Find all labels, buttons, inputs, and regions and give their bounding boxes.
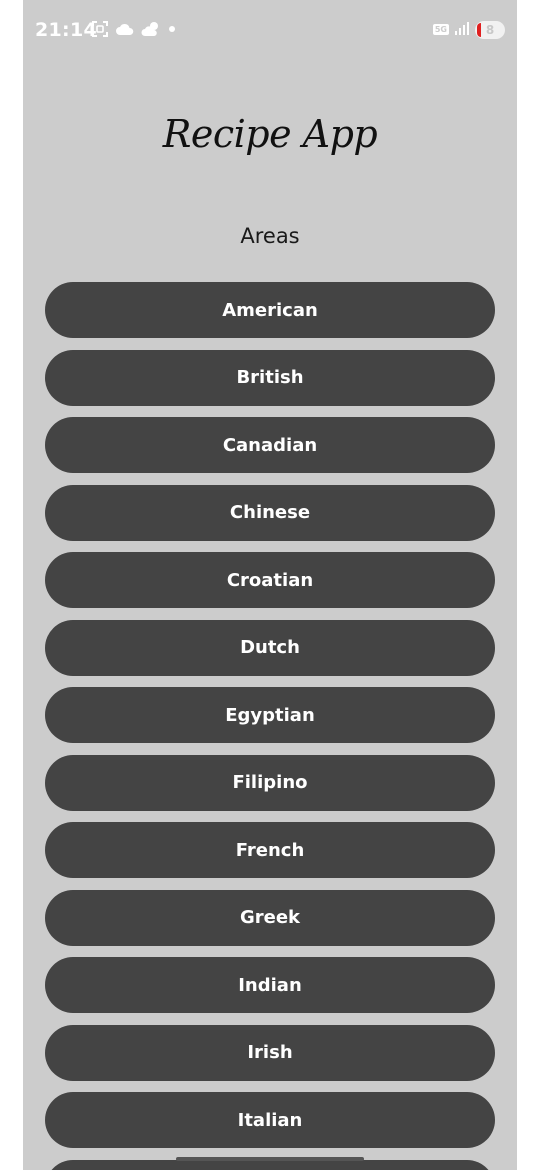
status-bar: 21:14 5G 8 — [23, 0, 517, 62]
status-time: 21:14 — [35, 19, 97, 41]
notification-dot-icon — [167, 24, 177, 34]
area-button-filipino[interactable]: Filipino — [45, 754, 495, 811]
home-indicator[interactable] — [176, 1157, 364, 1161]
area-button-croatian[interactable]: Croatian — [45, 552, 495, 608]
area-button-french[interactable]: French — [45, 822, 495, 878]
area-button-chinese[interactable]: Chinese — [45, 484, 495, 541]
area-button-american[interactable]: American — [45, 282, 495, 338]
area-button-greek[interactable]: Greek — [45, 889, 495, 946]
screenshot-icon — [91, 20, 109, 38]
app-screen: 21:14 5G 8 Recipe App Areas American Bri… — [23, 0, 517, 1170]
area-button-egyptian[interactable]: Egyptian — [45, 687, 495, 743]
area-button-partial[interactable] — [45, 1159, 495, 1170]
section-heading: Areas — [240, 224, 300, 248]
status-icons-left — [91, 20, 177, 38]
area-list: American British Canadian Chinese Croati… — [45, 282, 495, 1170]
area-button-canadian[interactable]: Canadian — [45, 417, 495, 473]
status-icons-right: 5G 8 — [432, 20, 505, 39]
area-button-irish[interactable]: Irish — [45, 1024, 495, 1081]
area-button-italian[interactable]: Italian — [45, 1092, 495, 1148]
area-button-dutch[interactable]: Dutch — [45, 619, 495, 676]
network-5g-icon: 5G — [432, 24, 449, 35]
cloud-icon — [115, 22, 135, 36]
app-title: Recipe App — [162, 112, 378, 156]
area-button-british[interactable]: British — [45, 349, 495, 406]
signal-icon — [454, 20, 470, 39]
partly-cloudy-icon — [141, 20, 161, 38]
area-button-indian[interactable]: Indian — [45, 957, 495, 1013]
battery-icon: 8 — [475, 20, 505, 39]
